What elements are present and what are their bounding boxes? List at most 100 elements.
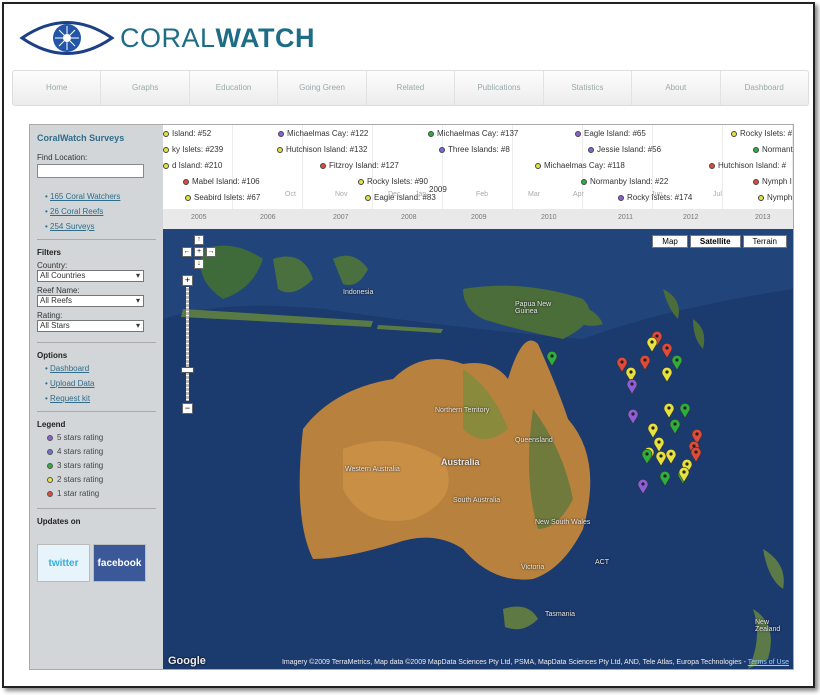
timeline-event[interactable]: d Island: #210 [163,161,222,170]
legend-item: 5 stars rating [47,433,156,442]
nav-item-education[interactable]: Education [190,71,279,105]
map-type-map-button[interactable]: Map [652,235,688,248]
stats-link[interactable]: 26 Coral Reefs [50,207,103,216]
timeline-event[interactable]: Michaelmas Cay: #122 [278,129,368,138]
country-select[interactable]: All Countries [37,270,144,282]
legend-item: 4 stars rating [47,447,156,456]
survey-marker-icon[interactable] [627,409,639,425]
timeline-event[interactable]: Normanby Island: #22 [581,177,668,186]
legend-item: 3 stars rating [47,461,156,470]
facebook-button[interactable]: facebook [93,544,146,582]
timeline-month-label: Feb [476,191,489,198]
divider [37,239,156,240]
option-link-upload-data[interactable]: Upload Data [50,379,94,388]
timeline-year-label: 2008 [401,214,417,221]
timeline-event-label: ky Islets: #239 [172,145,224,154]
zoom-slider-handle[interactable] [181,367,194,373]
survey-marker-icon[interactable] [678,467,690,483]
map-region-label: Victoria [521,564,545,571]
timeline-event[interactable]: Michaelmas Cay: #118 [535,161,625,170]
timeline-event[interactable]: Fitzroy Island: #127 [320,161,399,170]
survey-marker-icon[interactable] [626,379,638,395]
pan-down-button[interactable]: ↓ [194,259,204,269]
timeline-month-label: Nov [335,191,348,198]
survey-marker-icon[interactable] [546,351,558,367]
nav-item-dashboard[interactable]: Dashboard [721,71,808,105]
timeline-event[interactable]: Mabel Island: #106 [183,177,260,186]
country-label: Country: [37,261,68,270]
timeline-event[interactable]: Hutchison Island: #132 [277,145,367,154]
timeline-event-label: Michaelmas Cay: #118 [544,161,625,170]
zoom-control: + − [181,275,194,414]
rating-select[interactable]: All Stars [37,320,144,332]
nav-item-home[interactable]: Home [13,71,102,105]
map-region-label: Australia [441,457,480,467]
timeline-months: Oct Nov Dec Jan Feb Mar Apr Jun Jul [163,191,793,201]
nav-item-statistics[interactable]: Statistics [544,71,633,105]
map-type-satellite-button[interactable]: Satellite [689,235,741,248]
timeline-event[interactable]: Nymph I [753,177,792,186]
stats-link[interactable]: 165 Coral Watchers [50,192,120,201]
timeline-event[interactable]: Michaelmas Cay: #137 [428,129,518,138]
pan-center-button[interactable]: + [194,247,204,257]
nav-item-going-green[interactable]: Going Green [278,71,367,105]
stats-link[interactable]: 254 Surveys [50,222,94,231]
survey-marker-icon[interactable] [637,479,649,495]
survey-dot-icon [163,146,169,153]
survey-marker-icon[interactable] [665,449,677,465]
timeline-event[interactable]: Rocky Islets: #90 [358,177,428,186]
timeline-event-label: Michaelmas Cay: #137 [437,129,519,138]
timeline-event[interactable]: Island: #52 [163,129,211,138]
option-link-dashboard[interactable]: Dashboard [50,364,89,373]
stats-list-item: 254 Surveys [45,222,156,231]
zoom-slider[interactable] [186,287,189,401]
survey-marker-icon[interactable] [679,403,691,419]
timeline-event[interactable]: Hutchison Island: # [709,161,786,170]
timeline-event[interactable]: Eagle Island: #65 [575,129,646,138]
survey-marker-icon[interactable] [639,355,651,371]
coralwatch-logo[interactable]: CORALWATCH [18,12,315,64]
timeline-event[interactable]: Rocky Islets: # [731,129,792,138]
timeline-years: 2005 2006 2007 2008 2009 2010 2011 2012 2013 [163,209,793,229]
survey-map[interactable]: Indonesia Papua New Guinea Northern Territ… [163,229,793,669]
survey-marker-icon[interactable] [646,337,658,353]
timeline-event[interactable]: Three Islands: #8 [439,145,510,154]
map-type-terrain-button[interactable]: Terrain [742,235,787,248]
nav-item-graphs[interactable]: Graphs [101,71,190,105]
pan-right-button[interactable]: → [206,247,216,257]
rating-dot-icon [47,448,53,455]
map-region-label: Tasmania [545,611,575,618]
nav-item-publications[interactable]: Publications [455,71,544,105]
reef-name-select[interactable]: All Reefs [37,295,144,307]
terms-of-use-link[interactable]: Terms of Use [748,659,789,666]
nav-item-about[interactable]: About [632,71,721,105]
survey-marker-icon[interactable] [659,471,671,487]
timeline-year-label: 2012 [683,214,699,221]
map-region-label: ACT [595,559,609,566]
survey-marker-icon[interactable] [661,367,673,383]
survey-dot-icon [320,162,326,169]
timeline-event[interactable]: ky Islets: #239 [163,145,223,154]
timeline-event[interactable]: Normant [753,145,793,154]
timeline-year-label: 2006 [260,214,276,221]
survey-dot-icon [575,130,581,137]
legend-item: 2 stars rating [47,475,156,484]
survey-timeline[interactable]: Island: #52 Michaelmas Cay: #122 Michaelma… [163,125,793,229]
option-link-request-kit[interactable]: Request kit [50,394,90,403]
survey-dot-icon [163,130,169,137]
stats-list-item: 165 Coral Watchers [45,192,156,201]
nav-item-related[interactable]: Related [367,71,456,105]
survey-marker-icon[interactable] [669,419,681,435]
survey-marker-icon[interactable] [663,403,675,419]
survey-marker-icon[interactable] [641,449,653,465]
pan-up-button[interactable]: ↑ [194,235,204,245]
zoom-in-button[interactable]: + [182,275,193,286]
pan-left-button[interactable]: ← [182,247,192,257]
timeline-year-label: 2007 [333,214,349,221]
reef-name-label: Reef Name: [37,286,80,295]
timeline-event[interactable]: Jessie Island: #56 [588,145,661,154]
find-location-input[interactable] [37,164,144,178]
zoom-out-button[interactable]: − [182,403,193,414]
twitter-button[interactable]: twitter [37,544,90,582]
divider [37,411,156,412]
